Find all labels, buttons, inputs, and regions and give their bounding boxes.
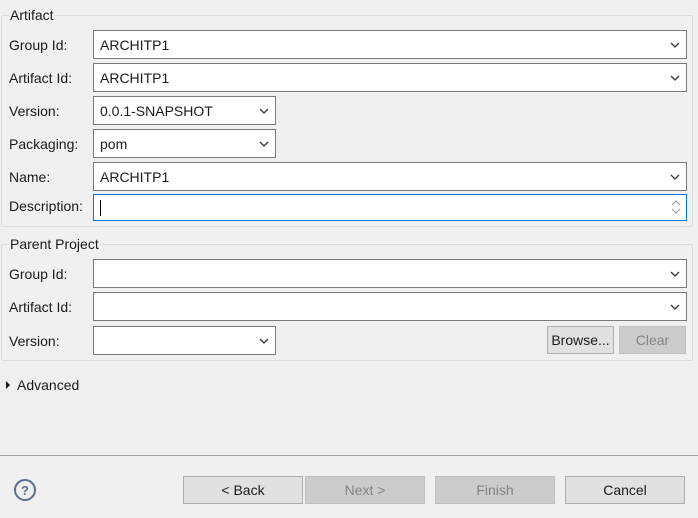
spinner-icon[interactable]	[669, 197, 683, 217]
packaging-value: pom	[100, 135, 128, 152]
version-value: 0.0.1-SNAPSHOT	[100, 102, 213, 119]
name-label: Name:	[9, 169, 51, 185]
description-label: Description:	[9, 198, 83, 214]
chevron-down-icon[interactable]	[255, 338, 273, 344]
artifact-id-value: ARCHITP1	[100, 69, 170, 86]
version-combo[interactable]: 0.0.1-SNAPSHOT	[93, 96, 276, 125]
group-id-value: ARCHITP1	[100, 36, 170, 53]
chevron-down-icon[interactable]	[666, 75, 684, 81]
group-id-label: Group Id:	[9, 37, 68, 53]
parent-version-label: Version:	[9, 333, 60, 349]
parent-group-id-combo[interactable]	[93, 259, 687, 288]
browse-button[interactable]: Browse...	[547, 326, 614, 354]
packaging-combo[interactable]: pom	[93, 129, 276, 158]
help-icon[interactable]: ?	[14, 479, 36, 501]
chevron-down-icon[interactable]	[666, 174, 684, 180]
parent-artifact-id-label: Artifact Id:	[9, 299, 73, 315]
cancel-button[interactable]: Cancel	[565, 476, 685, 504]
chevron-down-icon[interactable]	[255, 141, 273, 147]
advanced-label: Advanced	[17, 377, 80, 393]
back-button[interactable]: < Back	[183, 476, 303, 504]
artifact-id-label: Artifact Id:	[9, 70, 73, 86]
chevron-down-icon[interactable]	[255, 108, 273, 114]
clear-button[interactable]: Clear	[619, 326, 686, 354]
packaging-label: Packaging:	[9, 136, 79, 152]
footer-separator	[0, 455, 698, 456]
parent-group-id-label: Group Id:	[9, 266, 68, 282]
parent-project-title: Parent Project	[9, 236, 100, 252]
expand-triangle-icon[interactable]	[6, 381, 10, 389]
next-button[interactable]: Next >	[305, 476, 425, 504]
chevron-down-icon[interactable]	[666, 271, 684, 277]
group-id-combo[interactable]: ARCHITP1	[93, 30, 687, 59]
version-label: Version:	[9, 103, 60, 119]
finish-button[interactable]: Finish	[435, 476, 555, 504]
name-combo[interactable]: ARCHITP1	[93, 162, 687, 191]
chevron-down-icon[interactable]	[666, 42, 684, 48]
parent-version-combo[interactable]	[93, 326, 276, 355]
artifact-id-combo[interactable]: ARCHITP1	[93, 63, 687, 92]
text-caret	[100, 200, 101, 216]
description-field[interactable]	[93, 194, 687, 221]
parent-artifact-id-combo[interactable]	[93, 292, 687, 321]
name-value: ARCHITP1	[100, 168, 170, 185]
chevron-down-icon[interactable]	[666, 304, 684, 310]
artifact-group-title: Artifact	[9, 7, 55, 23]
advanced-toggle[interactable]: Advanced	[6, 377, 79, 393]
